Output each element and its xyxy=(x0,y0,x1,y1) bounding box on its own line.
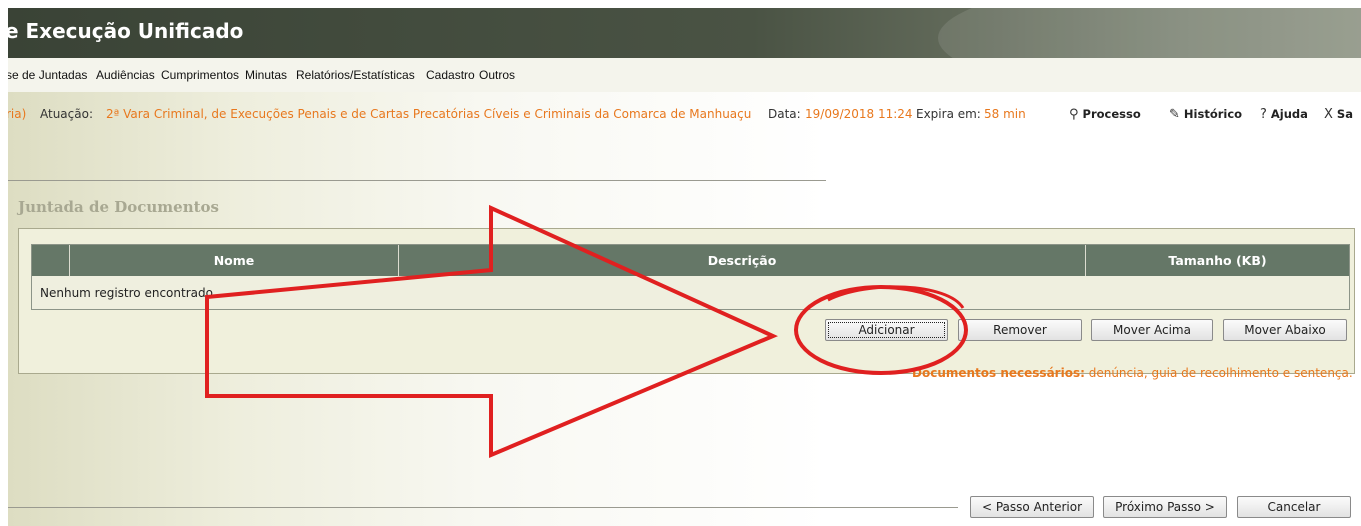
menu-item-relatorios[interactable]: Relatórios/Estatísticas xyxy=(296,68,415,82)
title-bar-decoration xyxy=(938,8,1361,58)
main-menu: se de Juntadas Audiências Cumprimentos M… xyxy=(8,58,1361,92)
app-window: e Execução Unificado se de Juntadas Audi… xyxy=(8,8,1361,526)
sair-link[interactable]: X Sa xyxy=(1324,107,1353,122)
cancel-button[interactable]: Cancelar xyxy=(1237,496,1351,518)
ajuda-label: Ajuda xyxy=(1270,107,1308,121)
next-step-button[interactable]: Próximo Passo > xyxy=(1103,496,1227,518)
table-header-select xyxy=(32,245,70,276)
processo-label: Processo xyxy=(1082,107,1141,121)
menu-item-outros[interactable]: Outros xyxy=(479,68,515,82)
data-label: Data: xyxy=(768,107,801,121)
question-icon: ? xyxy=(1260,107,1267,122)
documents-panel: Nome Descrição Tamanho (KB) Nenhum regis… xyxy=(18,228,1355,374)
atuacao-value: 2ª Vara Criminal, de Execuções Penais e … xyxy=(106,107,752,121)
close-icon: X xyxy=(1324,107,1333,122)
table-header-descricao[interactable]: Descrição xyxy=(399,245,1086,276)
menu-item-juntadas[interactable]: se de Juntadas xyxy=(8,68,87,82)
pencil-icon: ✎ xyxy=(1169,107,1180,122)
table-header-nome[interactable]: Nome xyxy=(70,245,399,276)
historico-link[interactable]: ✎ Histórico xyxy=(1169,107,1242,122)
required-documents-label: Documentos necessários: xyxy=(912,366,1085,380)
remove-button[interactable]: Remover xyxy=(958,319,1082,341)
add-button[interactable]: Adicionar xyxy=(825,319,948,341)
title-bar: e Execução Unificado xyxy=(8,8,1361,58)
table-header-tamanho[interactable]: Tamanho (KB) xyxy=(1086,245,1349,276)
ajuda-link[interactable]: ? Ajuda xyxy=(1260,107,1308,122)
menu-item-cumprimentos[interactable]: Cumprimentos xyxy=(161,68,239,82)
app-title: e Execução Unificado xyxy=(8,19,244,43)
required-documents-value: denúncia, guia de recolhimento e sentenç… xyxy=(1088,366,1353,380)
sair-label: Sa xyxy=(1336,107,1353,121)
bottom-separator xyxy=(8,507,958,508)
data-value: 19/09/2018 11:24 xyxy=(805,107,913,121)
move-up-button[interactable]: Mover Acima xyxy=(1091,319,1213,341)
processo-link[interactable]: ⚲ Processo xyxy=(1069,107,1141,122)
historico-label: Histórico xyxy=(1183,107,1243,121)
menu-item-minutas[interactable]: Minutas xyxy=(245,68,287,82)
section-title: Juntada de Documentos xyxy=(18,198,219,216)
move-down-button[interactable]: Mover Abaixo xyxy=(1223,319,1347,341)
empty-table-message: Nenhum registro encontrado. xyxy=(40,286,217,300)
user-info-tail: ria) xyxy=(8,107,27,121)
documents-table: Nome Descrição Tamanho (KB) Nenhum regis… xyxy=(31,244,1350,310)
previous-step-button[interactable]: < Passo Anterior xyxy=(970,496,1094,518)
expira-label: Expira em: xyxy=(916,107,981,121)
menu-item-cadastro[interactable]: Cadastro xyxy=(426,68,475,82)
top-separator xyxy=(8,180,826,181)
required-documents-note: Documentos necessários: denúncia, guia d… xyxy=(912,366,1353,380)
expira-value: 58 min xyxy=(984,107,1026,121)
session-info-bar: ria) Atuação: 2ª Vara Criminal, de Execu… xyxy=(8,106,1361,126)
atuacao-label: Atuação: xyxy=(40,107,93,121)
magnifier-icon: ⚲ xyxy=(1069,107,1079,122)
menu-item-audiencias[interactable]: Audiências xyxy=(96,68,155,82)
